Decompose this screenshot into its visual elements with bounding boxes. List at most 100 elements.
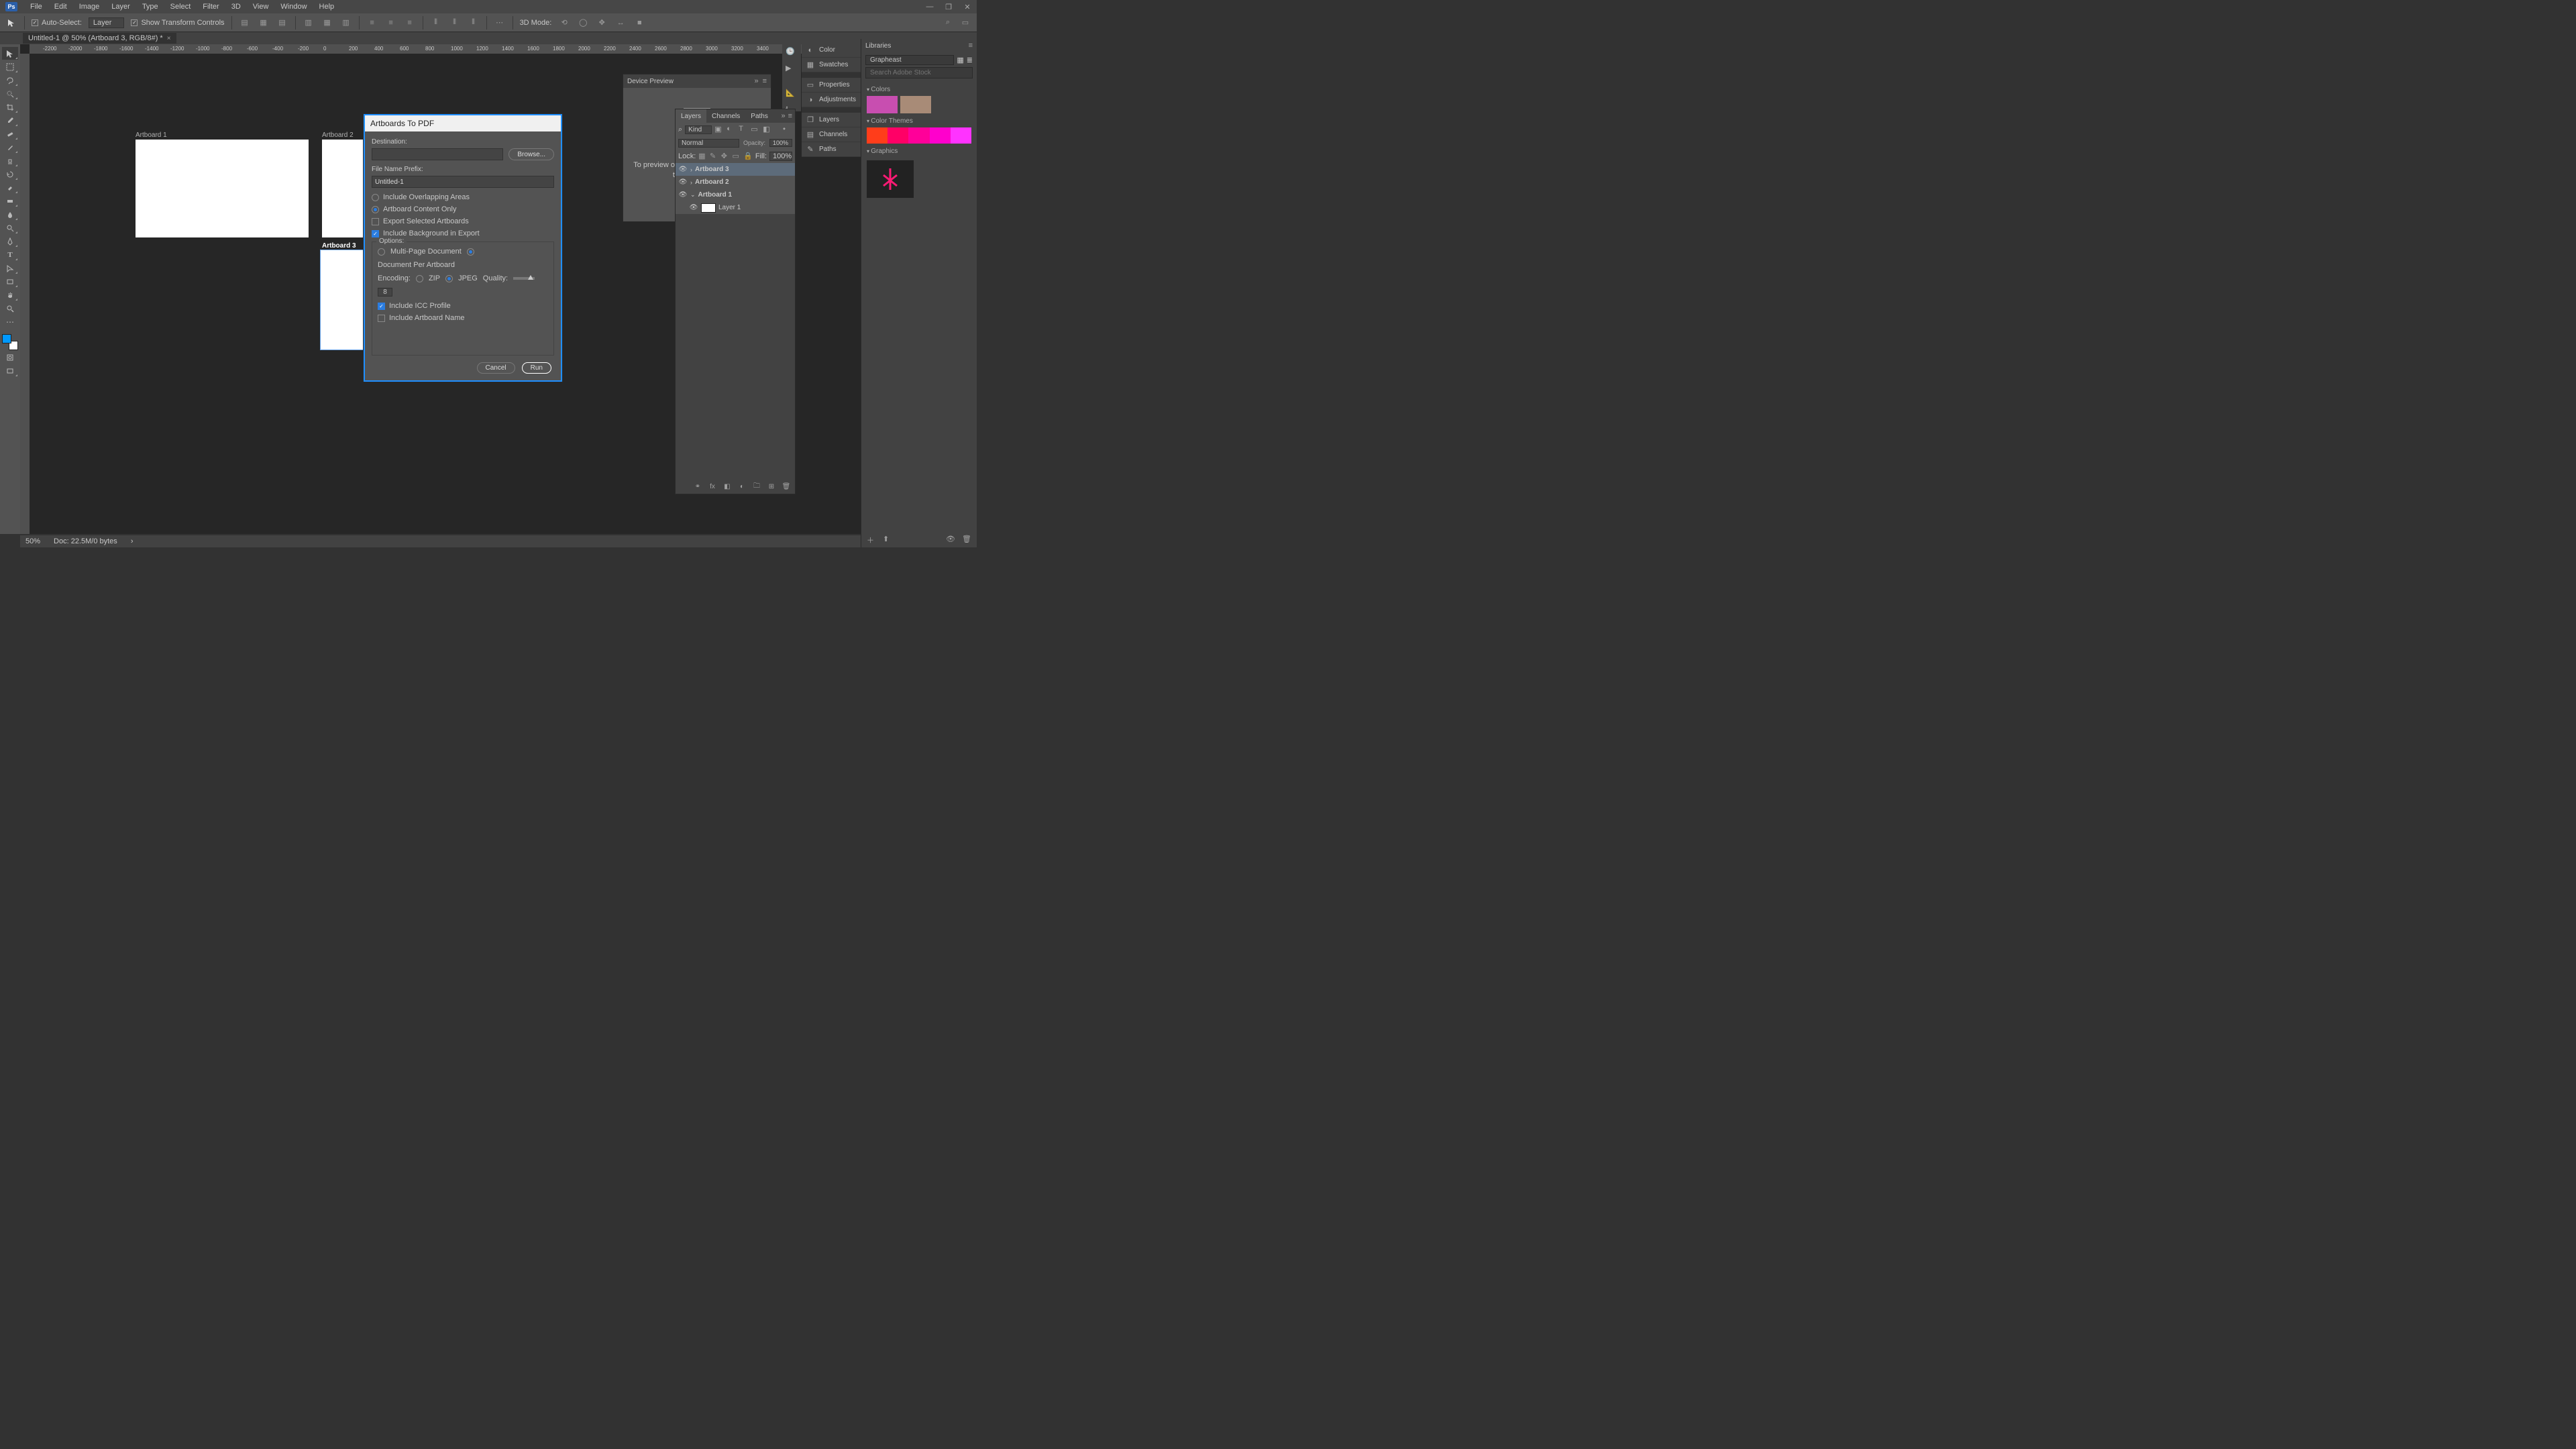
document-tab[interactable]: Untitled-1 @ 50% (Artboard 3, RGB/8#) * … — [23, 33, 176, 44]
panel-btn-color[interactable]: ◐Color — [802, 43, 861, 58]
menu-filter[interactable]: Filter — [197, 3, 225, 11]
adjustment-layer-icon[interactable]: ◐ — [737, 482, 747, 491]
link-layers-icon[interactable]: ⚭ — [693, 482, 702, 491]
dodge-tool[interactable] — [2, 221, 18, 234]
artboard-1-label[interactable]: Artboard 1 — [136, 131, 167, 139]
type-tool[interactable]: T — [2, 248, 18, 261]
upload-library-icon[interactable]: ⬆ — [883, 535, 892, 544]
align-horizontal-centers-icon[interactable]: ▦ — [321, 17, 333, 29]
opacity-value[interactable]: 100% — [769, 139, 792, 147]
artboard-name-checkbox[interactable]: Include Artboard Name — [378, 314, 548, 322]
menu-3d[interactable]: 3D — [225, 3, 247, 11]
clone-stamp-tool[interactable] — [2, 154, 18, 167]
layer-layer-1[interactable]: 👁 Layer 1 — [676, 201, 795, 214]
library-color-swatch[interactable] — [900, 96, 931, 113]
quick-mask-icon[interactable] — [2, 351, 18, 364]
menu-select[interactable]: Select — [164, 3, 197, 11]
panel-btn-adjustments[interactable]: ◑Adjustments — [802, 93, 861, 107]
tab-channels[interactable]: Channels — [706, 109, 745, 123]
history-panel-icon[interactable]: 🕒 — [786, 47, 798, 56]
add-to-library-icon[interactable]: ＋ — [867, 535, 876, 544]
destination-input[interactable] — [372, 148, 503, 160]
filter-search-icon[interactable]: ⌕ — [678, 125, 682, 134]
history-brush-tool[interactable] — [2, 168, 18, 180]
zoom-level[interactable]: 50% — [25, 537, 40, 545]
panel-menu-icon[interactable]: ≡ — [788, 112, 792, 120]
per-artboard-radio[interactable] — [467, 248, 474, 256]
screen-mode-icon[interactable] — [2, 364, 18, 377]
panel-btn-swatches[interactable]: ▦Swatches — [802, 58, 861, 72]
quick-select-tool[interactable] — [2, 87, 18, 100]
library-selector-dropdown[interactable]: Grapheast — [865, 55, 954, 65]
sync-icon[interactable]: 👁 — [946, 535, 955, 544]
close-document-icon[interactable]: × — [167, 35, 171, 42]
filter-shape-icon[interactable]: ▭ — [751, 125, 760, 134]
brushes-panel-icon[interactable]: 📐 — [786, 89, 798, 97]
layer-artboard-3[interactable]: 👁 › Artboard 3 — [676, 163, 795, 176]
align-vertical-centers-icon[interactable]: ▦ — [258, 17, 270, 29]
more-align-icon[interactable]: ⋯ — [494, 17, 506, 29]
lock-all-icon[interactable]: 🔒 — [743, 152, 753, 161]
panel-menu-icon[interactable]: ≡ — [969, 42, 973, 50]
browse-button[interactable]: Browse... — [508, 148, 554, 160]
align-bottom-edges-icon[interactable]: ▤ — [276, 17, 288, 29]
multipage-radio[interactable] — [378, 248, 385, 256]
collapse-icon[interactable]: » — [781, 112, 785, 120]
menu-view[interactable]: View — [247, 3, 275, 11]
vertical-ruler[interactable] — [20, 54, 30, 534]
menu-window[interactable]: Window — [274, 3, 313, 11]
layer-artboard-1[interactable]: 👁 ⌄ Artboard 1 — [676, 189, 795, 201]
lasso-tool[interactable] — [2, 74, 18, 87]
delete-lib-item-icon[interactable]: 🗑 — [962, 535, 971, 544]
panel-btn-layers[interactable]: ❐Layers — [802, 113, 861, 127]
fx-icon[interactable]: fx — [708, 482, 717, 491]
actions-panel-icon[interactable]: ▶ — [786, 64, 798, 72]
library-search-input[interactable] — [865, 67, 973, 78]
filter-adjust-icon[interactable]: ◐ — [727, 125, 736, 134]
rectangle-tool[interactable] — [2, 275, 18, 288]
lock-brush-icon[interactable]: ✎ — [710, 152, 718, 161]
library-color-swatch[interactable] — [867, 96, 898, 113]
blend-mode-dropdown[interactable]: Normal — [678, 139, 739, 148]
lock-transparent-icon[interactable]: ▦ — [698, 152, 707, 161]
panel-btn-channels[interactable]: ▤Channels — [802, 127, 861, 142]
new-layer-icon[interactable]: ⊞ — [767, 482, 776, 491]
distribute-hcenter-icon[interactable]: ⦀ — [449, 17, 461, 29]
twist-icon[interactable]: › — [690, 166, 692, 173]
workspace-icon[interactable]: ▭ — [959, 17, 971, 29]
eraser-tool[interactable] — [2, 181, 18, 194]
menu-edit[interactable]: Edit — [48, 3, 73, 11]
eyedropper-tool[interactable] — [2, 114, 18, 127]
3d-roll-icon[interactable]: ◯ — [577, 17, 589, 29]
section-colors[interactable]: Colors — [861, 82, 977, 96]
section-color-themes[interactable]: Color Themes — [861, 113, 977, 127]
blur-tool[interactable] — [2, 208, 18, 221]
3d-zoom-icon[interactable]: ■ — [633, 17, 645, 29]
panel-btn-paths[interactable]: ✎Paths — [802, 142, 861, 157]
color-swatch-pair[interactable] — [2, 334, 18, 350]
align-top-edges-icon[interactable]: ▤ — [239, 17, 251, 29]
crop-tool[interactable] — [2, 101, 18, 113]
run-button[interactable]: Run — [522, 362, 551, 374]
layer-artboard-2[interactable]: 👁 › Artboard 2 — [676, 176, 795, 189]
lock-artboard-icon[interactable]: ▭ — [732, 152, 741, 161]
distribute-bottom-icon[interactable]: ≡ — [404, 17, 416, 29]
gradient-tool[interactable] — [2, 195, 18, 207]
auto-select-target-dropdown[interactable]: Layer — [89, 17, 125, 28]
visibility-icon[interactable]: 👁 — [678, 191, 688, 199]
align-right-edges-icon[interactable]: ▥ — [340, 17, 352, 29]
distribute-right-icon[interactable]: ⦀ — [468, 17, 480, 29]
device-preview-tab[interactable]: Device Preview — [627, 78, 674, 85]
document-info[interactable]: Doc: 22.5M/0 bytes — [54, 537, 117, 545]
menu-layer[interactable]: Layer — [105, 3, 136, 11]
filter-type-icon[interactable]: T — [739, 125, 748, 134]
menu-type[interactable]: Type — [136, 3, 164, 11]
jpeg-radio[interactable] — [445, 275, 453, 282]
collapse-panel-icon[interactable]: » — [754, 77, 758, 85]
auto-select-checkbox[interactable]: Auto-Select: — [32, 19, 82, 27]
pen-tool[interactable] — [2, 235, 18, 248]
dialog-titlebar[interactable]: Artboards To PDF — [365, 115, 561, 131]
include-bg-checkbox[interactable]: Include Background in Export — [372, 229, 554, 237]
delete-layer-icon[interactable]: 🗑 — [782, 482, 791, 491]
twist-icon[interactable]: › — [690, 179, 692, 186]
